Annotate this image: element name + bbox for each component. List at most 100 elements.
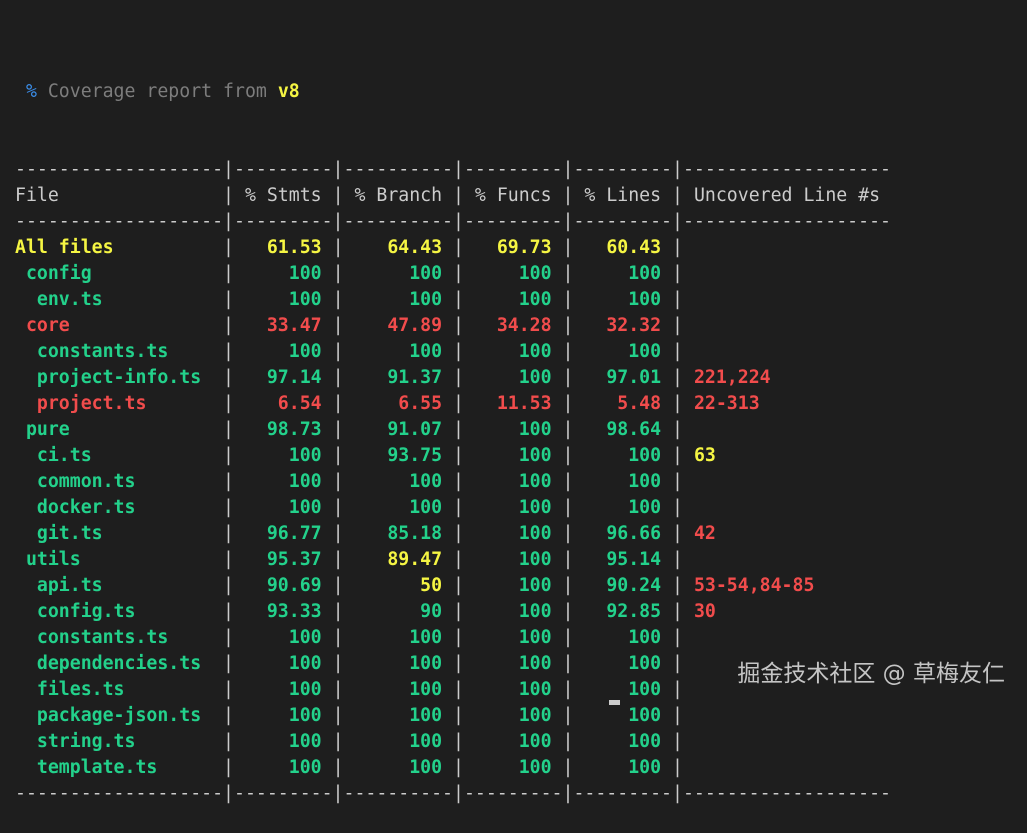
column-divider: | [672,367,683,388]
column-divider: | [672,263,683,284]
column-divider: | [562,627,574,648]
separator-line: -------------------|---------|----------… [15,159,891,180]
uncovered-cell: 63 [683,445,716,466]
column-divider: | [562,419,574,440]
uncovered-cell [683,315,694,336]
stmts-cell: 97.14 [234,367,333,388]
column-divider: | [332,185,344,206]
branch-cell: 100 [343,653,454,674]
column-divider: | [223,627,234,648]
column-divider: | [453,627,464,648]
column-divider: | [223,445,234,466]
file-cell: docker.ts [15,497,224,518]
column-divider: | [562,393,574,414]
watermark: 掘金技术社区 @ 草梅友仁 [737,661,1005,687]
column-divider: | [672,601,683,622]
funcs-cell: 100 [463,705,563,726]
uncovered-cell [683,341,694,362]
file-cell: project-info.ts [15,367,224,388]
funcs-cell: 100 [463,523,563,544]
uncovered-cell [683,471,694,492]
branch-cell: 100 [343,757,454,778]
lines-cell: 32.32 [573,315,673,336]
column-divider: | [223,731,234,752]
stmts-cell: 6.54 [234,393,333,414]
column-divider: | [453,653,464,674]
branch-cell: 100 [343,263,454,284]
terminal-output: % Coverage report from v8 --------------… [15,27,891,833]
column-divider: | [453,289,464,310]
stmts-cell: 61.53 [234,237,333,258]
table-row: git.ts | 96.77 | 85.18 | 100 | 96.66 | 4… [15,521,891,547]
column-divider: | [223,679,234,700]
title-text: Coverage report from [47,81,267,102]
uncovered-cell [683,679,694,700]
terminal-cursor [609,700,620,705]
column-divider: | [332,549,344,570]
table-row: docker.ts | 100 | 100 | 100 | 100 | [15,495,891,521]
file-cell: pure [15,419,224,440]
column-divider: | [453,731,464,752]
uncovered-cell [683,419,694,440]
file-cell: package-json.ts [15,705,224,726]
column-divider: | [332,601,344,622]
lines-cell: 100 [573,679,673,700]
stmts-cell: 100 [234,341,333,362]
file-cell: constants.ts [15,627,224,648]
file-cell: git.ts [15,523,224,544]
column-divider: | [672,237,683,258]
column-divider: | [562,185,574,206]
coverage-table: -------------------|---------|----------… [15,157,891,807]
column-divider: | [453,757,464,778]
stmts-cell: 100 [234,731,333,752]
title-prefix: % [25,81,37,102]
column-divider: | [672,185,683,206]
stmts-cell: 100 [234,471,333,492]
file-cell: env.ts [15,289,224,310]
column-divider: | [562,289,574,310]
uncovered-cell [683,263,694,284]
stmts-cell: 100 [234,289,333,310]
file-cell: project.ts [15,393,224,414]
uncovered-cell [683,731,694,752]
stmts-cell: 33.47 [234,315,333,336]
column-divider: | [562,445,574,466]
file-cell: string.ts [15,731,224,752]
uncovered-cell [683,549,694,570]
uncovered-cell [683,237,694,258]
file-cell: utils [15,549,224,570]
uncovered-cell [683,653,694,674]
uncovered-cell: 53-54,84-85 [683,575,815,596]
funcs-cell: 100 [463,549,563,570]
branch-cell: 93.75 [343,445,454,466]
table-row: package-json.ts | 100 | 100 | 100 | 100 … [15,703,891,729]
column-divider: | [672,731,683,752]
column-divider: | [332,289,344,310]
column-divider: | [223,653,234,674]
column-divider: | [223,471,234,492]
uncovered-cell [683,497,694,518]
column-divider: | [672,549,683,570]
column-divider: | [562,497,574,518]
column-divider: | [223,185,234,206]
column-divider: | [332,679,344,700]
branch-cell: 47.89 [343,315,454,336]
column-divider: | [562,341,574,362]
column-divider: | [453,523,464,544]
uncovered-cell: 22-313 [683,393,760,414]
branch-cell: 100 [343,627,454,648]
file-cell: api.ts [15,575,224,596]
branch-cell: 100 [343,497,454,518]
column-divider: | [672,445,683,466]
column-divider: | [672,393,683,414]
column-divider: | [223,393,234,414]
column-divider: | [672,627,683,648]
column-divider: | [453,575,464,596]
branch-cell: 100 [343,731,454,752]
column-divider: | [672,575,683,596]
uncovered-cell [683,289,694,310]
funcs-cell: 100 [463,757,563,778]
column-divider: | [562,471,574,492]
column-divider: | [672,471,683,492]
branch-cell: 6.55 [343,393,454,414]
